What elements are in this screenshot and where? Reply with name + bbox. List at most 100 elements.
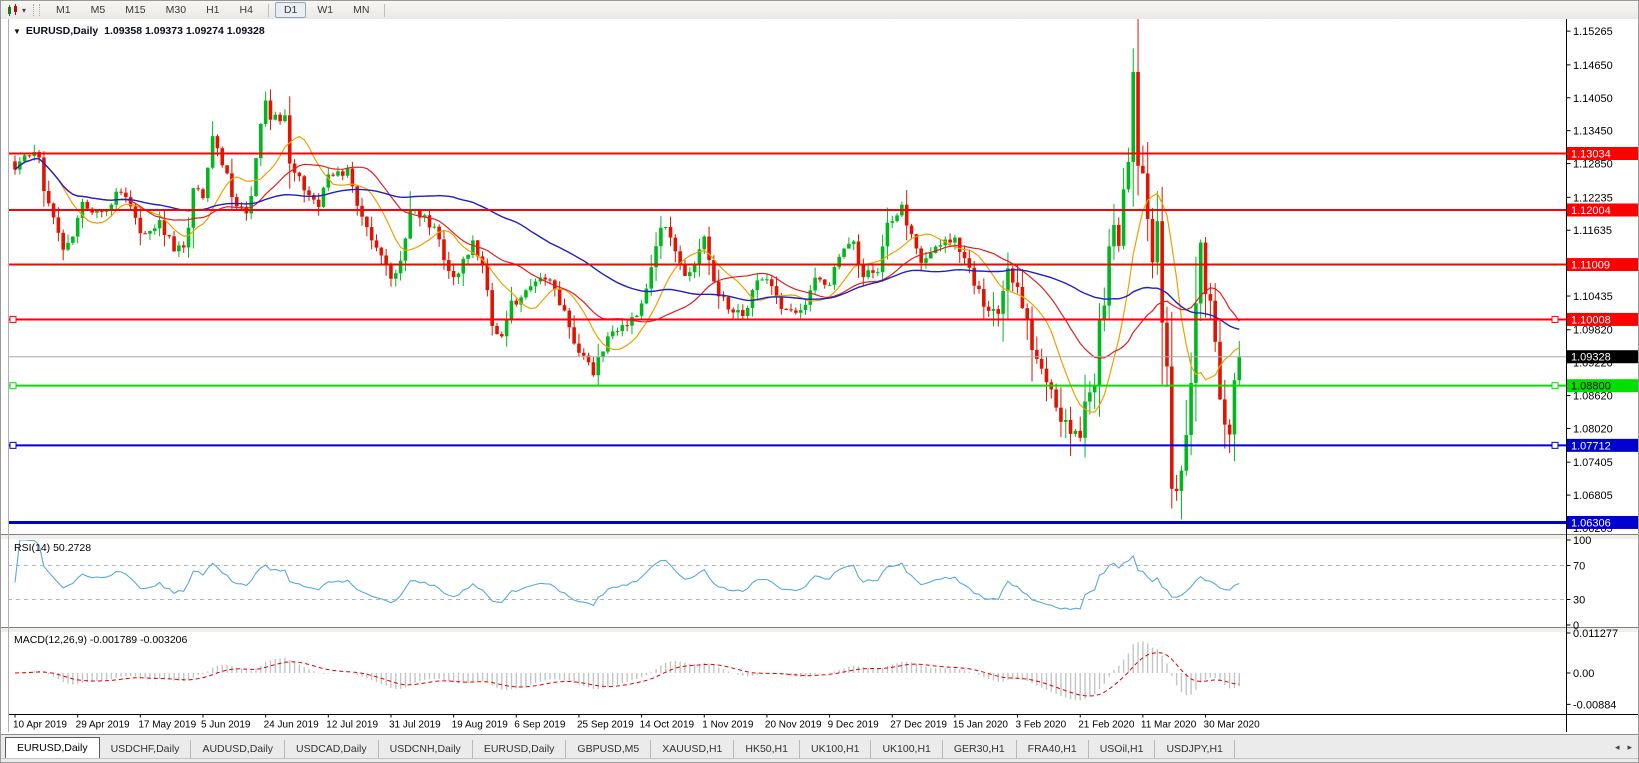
tab-scroll-left-icon[interactable]: ◂ <box>1615 742 1620 753</box>
timeframe-button-m30[interactable]: M30 <box>157 2 195 18</box>
chart-ohlc-quotes: 1.09358 1.09373 1.09274 1.09328 <box>104 25 265 37</box>
timeframe-button-m15[interactable]: M15 <box>116 2 154 18</box>
rsi-scale-label: 100 <box>1573 535 1591 547</box>
rsi-scale-label: 30 <box>1573 595 1585 607</box>
chart-type-icon[interactable] <box>4 3 22 17</box>
price-tick-label: 1.13450 <box>1573 126 1613 138</box>
price-scale[interactable]: 1.152651.146501.140501.134501.128501.122… <box>1567 26 1639 535</box>
price-tick-label: 1.09820 <box>1573 325 1613 337</box>
tab-scroll-right-icon[interactable]: ▸ <box>1627 742 1632 753</box>
price-tick-label: 1.15265 <box>1573 26 1613 38</box>
macd-scale-label: 0.011277 <box>1573 628 1618 640</box>
macd-indicator-label: MACD(12,26,9) -0.001789 -0.003206 <box>14 634 187 646</box>
chart-tab-gbpusd-m5[interactable]: GBPUSD,M5 <box>566 740 651 759</box>
date-tick-label: 19 Aug 2019 <box>452 720 509 731</box>
chart-tab-bar: EURUSD,DailyUSDCHF,DailyAUDUSD,DailyUSDC… <box>1 734 1639 759</box>
chart-tab-usdcnh-daily[interactable]: USDCNH,Daily <box>379 740 473 759</box>
chart-tab-audusd-daily[interactable]: AUDUSD,Daily <box>191 740 285 759</box>
date-tick-label: 14 Oct 2019 <box>640 720 695 731</box>
hline-price-label-text: 1.07712 <box>1571 440 1611 452</box>
date-tick-label: 6 Sep 2019 <box>514 720 566 731</box>
price-tick-label: 1.07405 <box>1573 457 1613 469</box>
toolbar-grip[interactable] <box>33 4 40 16</box>
timeframe-button-m1[interactable]: M1 <box>47 2 80 18</box>
chart-symbol-label: EURUSD,Daily <box>26 25 98 37</box>
chart-menu-icon[interactable]: ▼ <box>13 27 21 36</box>
chart-tab-eurusd-daily[interactable]: EURUSD,Daily <box>5 737 100 759</box>
ma-fast-line <box>15 137 1239 413</box>
chart-tab-hk50-h1[interactable]: HK50,H1 <box>734 740 800 759</box>
chart-tab-fra40-h1[interactable]: FRA40,H1 <box>1017 740 1089 759</box>
hline-price-label-text: 1.08800 <box>1571 381 1611 393</box>
date-tick-label: 20 Nov 2019 <box>765 720 822 731</box>
timeframe-button-d1[interactable]: D1 <box>275 2 306 18</box>
timeframe-button-h4[interactable]: H4 <box>231 2 262 18</box>
mt4-application-window: ▾ M1M5M15M30H1H4 D1W1MN 1.15265 1.14650 1.1… <box>0 0 1639 763</box>
line-handle-marker[interactable] <box>10 442 16 448</box>
rsi-indicator-label: RSI(14) 50.2728 <box>14 542 91 554</box>
price-chart-canvas[interactable]: 1.152651.146501.140501.134501.128501.122… <box>1 19 1639 734</box>
chevron-down-icon[interactable]: ▾ <box>22 6 26 15</box>
price-tick-label: 1.08020 <box>1573 423 1613 435</box>
hline-price-label-text: 1.12004 <box>1571 205 1611 217</box>
date-tick-label: 5 Jun 2019 <box>201 720 251 731</box>
date-tick-label: 31 Jul 2019 <box>389 720 441 731</box>
price-tick-label: 1.12235 <box>1573 192 1613 204</box>
toolbar: ▾ M1M5M15M30H1H4 D1W1MN <box>1 1 1639 20</box>
line-handle-marker[interactable] <box>10 383 16 389</box>
date-tick-label: 27 Dec 2019 <box>890 720 947 731</box>
toolbar-separator <box>268 4 269 17</box>
price-tick-label: 1.14050 <box>1573 93 1613 105</box>
timeframe-button-m5[interactable]: M5 <box>82 2 115 18</box>
date-tick-label: 1 Nov 2019 <box>702 720 754 731</box>
chart-title: ▼ EURUSD,Daily 1.09358 1.09373 1.09274 1.… <box>13 25 265 37</box>
rsi-scale-label: 70 <box>1573 561 1585 573</box>
macd-scale-label: -0.00884 <box>1573 699 1616 711</box>
date-tick-label: 25 Sep 2019 <box>577 720 634 731</box>
chart-tab-eurusd-daily[interactable]: EURUSD,Daily <box>473 740 567 759</box>
tab-scroll-controls: ◂ ▸ <box>1615 735 1632 759</box>
date-tick-label: 24 Jun 2019 <box>264 720 319 731</box>
chart-tab-uk100-h1[interactable]: UK100,H1 <box>800 740 871 759</box>
candlestick-glyph <box>6 4 20 17</box>
toolbar-separator <box>384 4 385 17</box>
macd-scale-label: 0.00 <box>1573 668 1594 680</box>
date-tick-label: 12 Jul 2019 <box>326 720 378 731</box>
window-resize-strip <box>1 758 1639 763</box>
chart-tab-usoil-h1[interactable]: USOil,H1 <box>1089 740 1156 759</box>
date-tick-label: 17 May 2019 <box>138 720 196 731</box>
date-tick-label: 29 Apr 2019 <box>76 720 130 731</box>
chart-tab-usdjpy-h1[interactable]: USDJPY,H1 <box>1155 740 1234 759</box>
date-tick-label: 9 Dec 2019 <box>828 720 880 731</box>
date-tick-label: 30 Mar 2020 <box>1204 720 1261 731</box>
time-scale[interactable]: 10 Apr 2019 29 Apr 2019 17 May 2019 5 Jun 2… <box>13 715 1260 731</box>
line-handle-marker[interactable] <box>10 316 16 322</box>
chart-tab-xauusd-h1[interactable]: XAUUSD,H1 <box>651 740 734 759</box>
line-handle-marker[interactable] <box>1552 442 1558 448</box>
timeframe-button-mn[interactable]: MN <box>344 2 378 18</box>
chart-tab-usdcad-daily[interactable]: USDCAD,Daily <box>285 740 379 759</box>
date-tick-label: 3 Feb 2020 <box>1016 720 1067 731</box>
chart-tab-ger30-h1[interactable]: GER30,H1 <box>943 740 1017 759</box>
timeframe-button-h1[interactable]: H1 <box>197 2 228 18</box>
current-price-label-text: 1.09328 <box>1571 352 1611 364</box>
timeframe-buttons: M1M5M15M30H1H4 D1W1MN <box>46 2 379 18</box>
price-tick-label: 1.10435 <box>1573 291 1613 303</box>
chart-tab-uk100-h1[interactable]: UK100,H1 <box>871 740 942 759</box>
chart-area: 1.152651.146501.140501.134501.128501.122… <box>1 19 1639 734</box>
hline-price-label-text: 1.11009 <box>1571 260 1610 272</box>
price-tick-label: 1.06805 <box>1573 490 1613 502</box>
line-handle-marker[interactable] <box>1552 316 1558 322</box>
tabs-holder: EURUSD,DailyUSDCHF,DailyAUDUSD,DailyUSDC… <box>1 735 1235 759</box>
hline-price-label-text: 1.13034 <box>1571 148 1611 160</box>
date-tick-label: 10 Apr 2019 <box>13 720 67 731</box>
date-tick-label: 15 Jan 2020 <box>953 720 1008 731</box>
macd-histogram <box>15 641 1239 700</box>
price-tick-label: 1.14650 <box>1573 60 1613 72</box>
hline-price-label-text: 1.10008 <box>1571 314 1611 326</box>
line-handle-marker[interactable] <box>1552 383 1558 389</box>
chart-tab-usdchf-daily[interactable]: USDCHF,Daily <box>100 740 192 759</box>
date-tick-label: 21 Feb 2020 <box>1078 720 1135 731</box>
hline-price-label-text: 1.06306 <box>1571 517 1611 529</box>
timeframe-button-w1[interactable]: W1 <box>308 2 342 18</box>
